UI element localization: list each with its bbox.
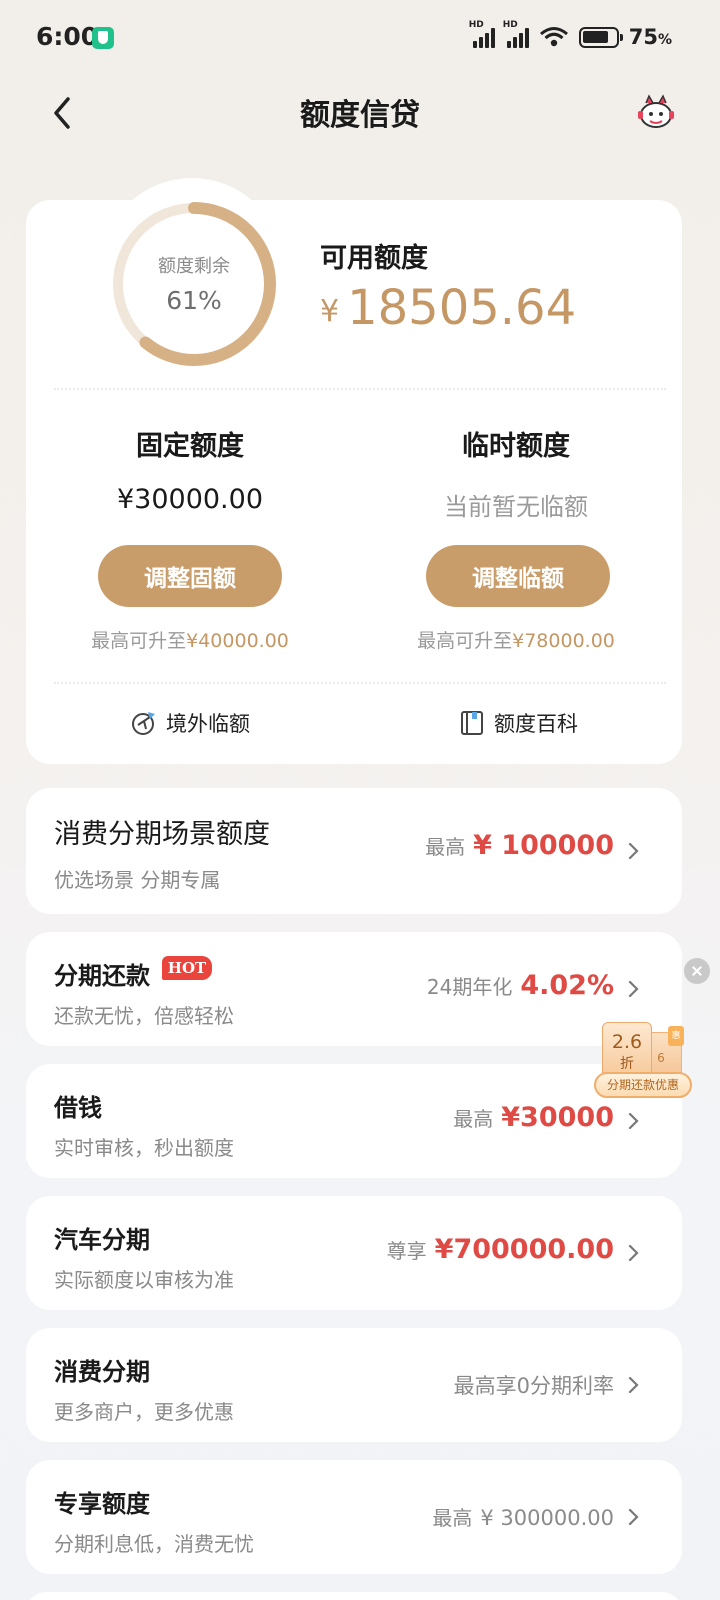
item-subtitle: 还款无忧，倍感轻松 <box>54 1004 234 1028</box>
battery-icon <box>578 26 623 48</box>
item-card[interactable]: 专享额度 分期利息低，消费无忧 最高 ¥ 300000.00 <box>26 1460 682 1574</box>
item-subtitle: 实时审核，秒出额度 <box>54 1136 234 1160</box>
item-value: 最高 ¥30000 <box>453 1102 614 1133</box>
available-amount-value: 18505.64 <box>347 280 577 336</box>
promo-discount: 2.6 <box>611 1031 643 1053</box>
quota-wiki-link[interactable]: 额度百科 <box>458 708 578 738</box>
remaining-quota-ring <box>112 202 276 366</box>
item-title: 分期还款 <box>54 962 150 990</box>
chevron-right-icon <box>628 842 639 860</box>
robot-assistant-icon <box>638 94 674 128</box>
item-card[interactable]: 汽车分期 实际额度以审核为准 尊享 ¥700000.00 <box>26 1196 682 1310</box>
item-title: 借钱 <box>54 1094 102 1122</box>
signal-icon: HD <box>503 20 529 48</box>
installment-promo-widget[interactable]: 6 2.6 折 惠 分期还款优惠 <box>594 1020 704 1120</box>
ring-percent: 61% <box>166 286 222 315</box>
hot-badge: HOT <box>162 956 212 980</box>
chevron-right-icon <box>628 1508 639 1526</box>
book-icon <box>461 711 483 735</box>
chevron-right-icon <box>628 1244 639 1262</box>
item-value: 尊享 ¥700000.00 <box>386 1234 614 1265</box>
available-quota-title: 可用额度 <box>320 243 428 274</box>
customer-service-button[interactable] <box>634 90 678 134</box>
nav-bar: 额度信贷 <box>0 78 720 148</box>
overseas-temp-quota-label: 境外临额 <box>166 712 250 736</box>
quota-wiki-label: 额度百科 <box>494 712 578 736</box>
available-quota-amount: ¥18505.64 <box>320 280 576 336</box>
item-subtitle: 优选场景 分期专属 <box>54 868 221 892</box>
item-title: 消费分期 <box>54 1358 150 1386</box>
item-title: 消费分期场景额度 <box>54 819 270 850</box>
item-value: 最高 ¥ 100000 <box>425 830 614 861</box>
fixed-quota-value: ¥30000.00 <box>116 484 263 515</box>
signal-icon: HD <box>469 20 495 48</box>
divider <box>54 682 666 684</box>
item-value: 最高享0分期利率 <box>453 1374 614 1398</box>
adjust-temp-quota-button[interactable]: 调整临额 <box>426 545 610 607</box>
chevron-right-icon <box>628 1376 639 1394</box>
item-subtitle: 分期利息低，消费无忧 <box>54 1532 254 1556</box>
wifi-icon <box>539 26 569 48</box>
item-card[interactable]: 借钱 实时审核，秒出额度 最高 ¥30000 <box>26 1064 682 1178</box>
close-icon[interactable] <box>684 958 710 984</box>
temp-quota-value: 当前暂无临额 <box>444 493 588 521</box>
status-icons: HD HD 75% <box>469 20 672 52</box>
item-card[interactable]: 消费分期 更多商户，更多优惠 最高享0分期利率 <box>26 1328 682 1442</box>
battery-level: 75% <box>628 25 672 49</box>
promo-label: 分期还款优惠 <box>594 1072 692 1098</box>
item-card[interactable]: 消费分期场景额度 优选场景 分期专属 最高 ¥ 100000 <box>26 788 682 914</box>
network-type: HD <box>468 20 484 30</box>
item-card[interactable]: 分期还款 HOT 还款无忧，倍感轻松 24期年化 4.02% <box>26 932 682 1046</box>
shield-icon <box>92 27 114 49</box>
status-bar: 6:00 HD HD 75% <box>0 0 720 78</box>
promo-mini-tag: 惠 <box>668 1026 684 1046</box>
item-title: 专享额度 <box>54 1490 150 1518</box>
item-value: 24期年化 4.02% <box>426 970 614 1001</box>
divider <box>54 388 666 390</box>
overseas-temp-quota-link[interactable]: 境外临额 <box>130 708 250 738</box>
promo-discount-unit: 折 <box>620 1056 634 1072</box>
item-value: 最高 ¥ 300000.00 <box>432 1506 614 1530</box>
currency-symbol: ¥ <box>320 294 340 329</box>
temp-quota-note: 最高可升至¥78000.00 <box>417 630 615 652</box>
status-time: 6:00 <box>36 22 99 51</box>
globe-plane-icon <box>132 712 155 735</box>
ring-label: 额度剩余 <box>158 256 230 277</box>
network-type: HD <box>502 20 518 30</box>
fixed-quota-note: 最高可升至¥40000.00 <box>91 630 289 652</box>
temp-quota-title: 临时额度 <box>462 431 570 462</box>
adjust-fixed-quota-button[interactable]: 调整固额 <box>98 545 282 607</box>
item-title: 汽车分期 <box>54 1226 150 1254</box>
page-title: 额度信贷 <box>300 98 420 133</box>
chevron-right-icon <box>628 980 639 998</box>
fixed-quota-title: 固定额度 <box>136 431 244 462</box>
item-subtitle: 实际额度以审核为准 <box>54 1268 234 1292</box>
item-card[interactable] <box>26 1592 682 1600</box>
item-subtitle: 更多商户，更多优惠 <box>54 1400 234 1424</box>
